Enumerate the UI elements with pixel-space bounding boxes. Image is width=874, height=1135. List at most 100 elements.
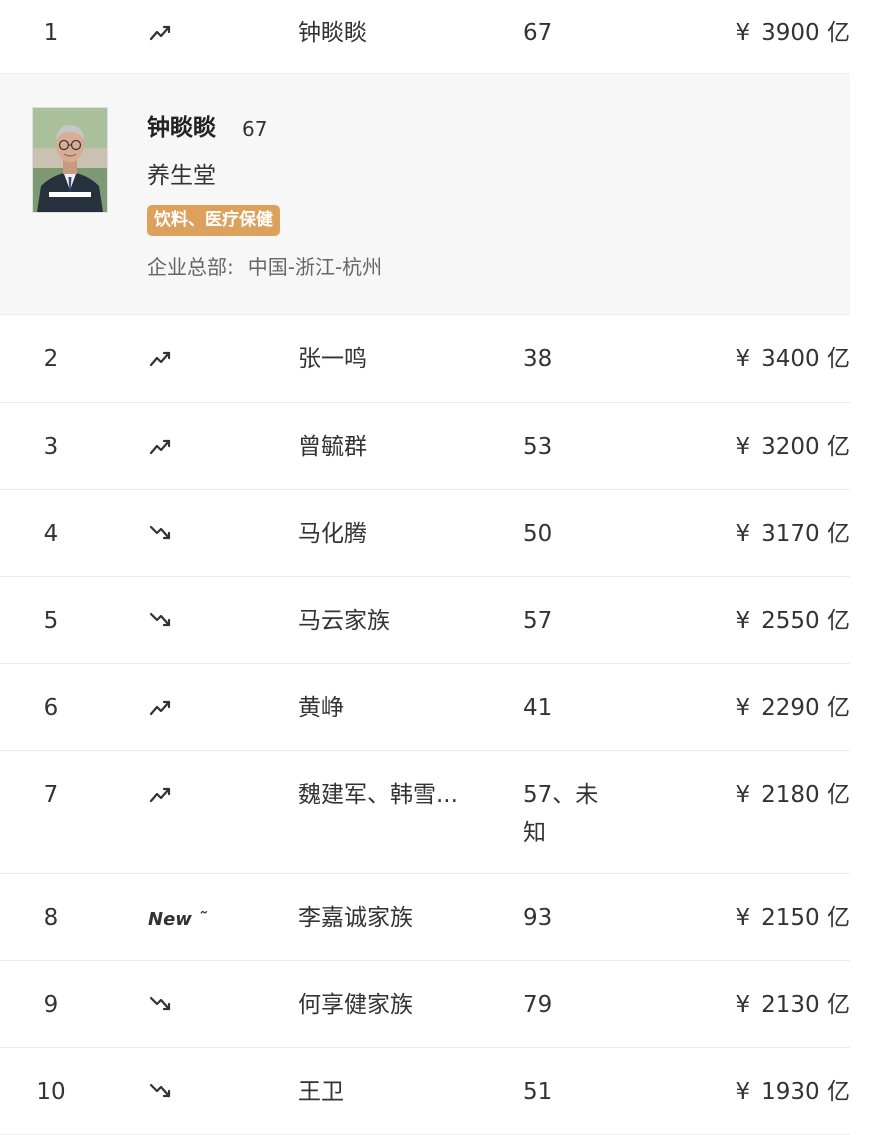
name-cell: 黄峥 xyxy=(298,695,344,721)
portrait-photo xyxy=(33,108,107,212)
currency-symbol: ¥ xyxy=(735,1079,751,1105)
age-cell: 50 xyxy=(523,521,553,547)
name-cell: 曾毓群 xyxy=(298,434,367,460)
table-row[interactable]: 6 黄峥 41 ¥2290 亿 xyxy=(0,664,850,751)
currency-symbol: ¥ xyxy=(735,346,751,372)
worth-cell: ¥3170 亿 xyxy=(736,515,851,553)
age-cell: 67 xyxy=(523,20,553,46)
trend-cell xyxy=(148,986,174,1024)
worth-cell: ¥2130 亿 xyxy=(736,986,851,1024)
rank-cell: 10 xyxy=(36,1079,66,1105)
trend-down-icon xyxy=(149,996,171,1011)
name-cell: 钟睒睒 xyxy=(298,20,367,46)
worth-cell: ¥2550 亿 xyxy=(736,602,851,640)
detail-age: 67 xyxy=(242,117,268,141)
name-cell: 何享健家族 xyxy=(298,992,413,1018)
trend-cell xyxy=(148,776,174,814)
rich-list: 1 钟睒睒 67 ¥3900 亿钟睒睒 67 养生堂 饮料、医疗保健 企业总部: 中国-浙江-杭… xyxy=(0,0,850,1135)
headquarters: 企业总部: 中国-浙江-杭州 xyxy=(147,252,382,282)
age-cell: 93 xyxy=(523,905,553,931)
currency-symbol: ¥ xyxy=(735,608,751,634)
worth-cell: ¥2150 亿 xyxy=(736,899,851,937)
age-cell: 41 xyxy=(523,695,553,721)
worth-value: 3400 亿 xyxy=(761,346,850,372)
trend-cell xyxy=(148,1073,174,1111)
currency-symbol: ¥ xyxy=(735,695,751,721)
name-cell: 马化腾 xyxy=(298,521,367,547)
table-row[interactable]: 7 魏建军、韩雪... 57、未知 ¥2180 亿 xyxy=(0,751,850,874)
trend-down-icon xyxy=(149,1083,171,1098)
trend-down-icon xyxy=(149,612,171,627)
worth-value: 3200 亿 xyxy=(761,434,850,460)
avatar xyxy=(32,107,108,213)
rank-cell: 9 xyxy=(43,992,59,1018)
worth-cell: ¥2180 亿 xyxy=(736,776,851,814)
table-row[interactable]: 4 马化腾 50 ¥3170 亿 xyxy=(0,490,850,577)
name-cell: 马云家族 xyxy=(298,608,390,634)
hq-label: 企业总部: xyxy=(147,255,234,279)
name-cell: 张一鸣 xyxy=(298,346,367,372)
rank-cell: 4 xyxy=(43,521,59,547)
age-cell: 53 xyxy=(523,434,553,460)
age-cell: 51 xyxy=(523,1079,553,1105)
trend-down-icon xyxy=(149,525,171,540)
rank-cell: 6 xyxy=(43,695,59,721)
trend-up-icon xyxy=(149,787,171,803)
rank-cell: 3 xyxy=(43,434,59,460)
rank-cell: 2 xyxy=(43,346,59,372)
trend-cell xyxy=(148,340,174,378)
trend-cell: New ˜ xyxy=(148,899,207,939)
worth-value: 3900 亿 xyxy=(761,20,850,46)
worth-cell: ¥3900 亿 xyxy=(736,14,851,52)
person-detail-panel: 钟睒睒 67 养生堂饮料、医疗保健企业总部: 中国-浙江-杭州 xyxy=(0,74,850,315)
table-row[interactable]: 2 张一鸣 38 ¥3400 亿 xyxy=(0,315,850,403)
table-row[interactable]: 8 New ˜ 李嘉诚家族 93 ¥2150 亿 xyxy=(0,874,850,961)
trend-cell xyxy=(148,602,174,640)
detail-company[interactable]: 养生堂 xyxy=(147,160,216,192)
hq-value: 中国-浙江-杭州 xyxy=(247,255,383,279)
trend-up-icon xyxy=(149,351,171,367)
worth-value: 3170 亿 xyxy=(761,521,850,547)
worth-cell: ¥1930 亿 xyxy=(736,1073,851,1111)
name-cell: 魏建军、韩雪... xyxy=(298,782,458,808)
trend-cell xyxy=(148,428,174,466)
detail-name: 钟睒睒 xyxy=(147,115,216,141)
worth-value: 2130 亿 xyxy=(761,992,850,1018)
currency-symbol: ¥ xyxy=(735,521,751,547)
table-row[interactable]: 1 钟睒睒 67 ¥3900 亿 xyxy=(0,0,850,74)
rank-cell: 5 xyxy=(43,608,59,634)
table-row[interactable]: 5 马云家族 57 ¥2550 亿 xyxy=(0,577,850,664)
table-row[interactable]: 10 王卫 51 ¥1930 亿 xyxy=(0,1048,850,1135)
worth-value: 1930 亿 xyxy=(761,1079,850,1105)
age-cell: 57、未知 xyxy=(523,782,599,846)
currency-symbol: ¥ xyxy=(735,20,751,46)
age-cell: 38 xyxy=(523,346,553,372)
industry-tag: 饮料、医疗保健 xyxy=(147,205,280,236)
worth-value: 2150 亿 xyxy=(761,905,850,931)
currency-symbol: ¥ xyxy=(735,434,751,460)
age-cell: 79 xyxy=(523,992,553,1018)
trend-cell xyxy=(148,689,174,727)
worth-cell: ¥2290 亿 xyxy=(736,689,851,727)
trend-cell xyxy=(148,14,174,52)
worth-value: 2550 亿 xyxy=(761,608,850,634)
trend-up-icon xyxy=(149,700,171,716)
worth-value: 2180 亿 xyxy=(761,782,850,808)
worth-value: 2290 亿 xyxy=(761,695,850,721)
table-row[interactable]: 9 何享健家族 79 ¥2130 亿 xyxy=(0,961,850,1048)
currency-symbol: ¥ xyxy=(735,992,751,1018)
new-badge-icon: New ˜ xyxy=(148,909,208,930)
trend-up-icon xyxy=(149,439,171,455)
currency-symbol: ¥ xyxy=(735,905,751,931)
currency-symbol: ¥ xyxy=(735,782,751,808)
table-row[interactable]: 3 曾毓群 53 ¥3200 亿 xyxy=(0,403,850,490)
rank-cell: 8 xyxy=(43,905,59,931)
trend-cell xyxy=(148,515,174,553)
worth-cell: ¥3400 亿 xyxy=(736,340,851,378)
name-cell: 王卫 xyxy=(298,1079,344,1105)
rank-cell: 7 xyxy=(43,782,59,808)
worth-cell: ¥3200 亿 xyxy=(736,428,851,466)
trend-up-icon xyxy=(149,25,171,41)
name-cell: 李嘉诚家族 xyxy=(298,905,413,931)
age-cell: 57 xyxy=(523,608,553,634)
